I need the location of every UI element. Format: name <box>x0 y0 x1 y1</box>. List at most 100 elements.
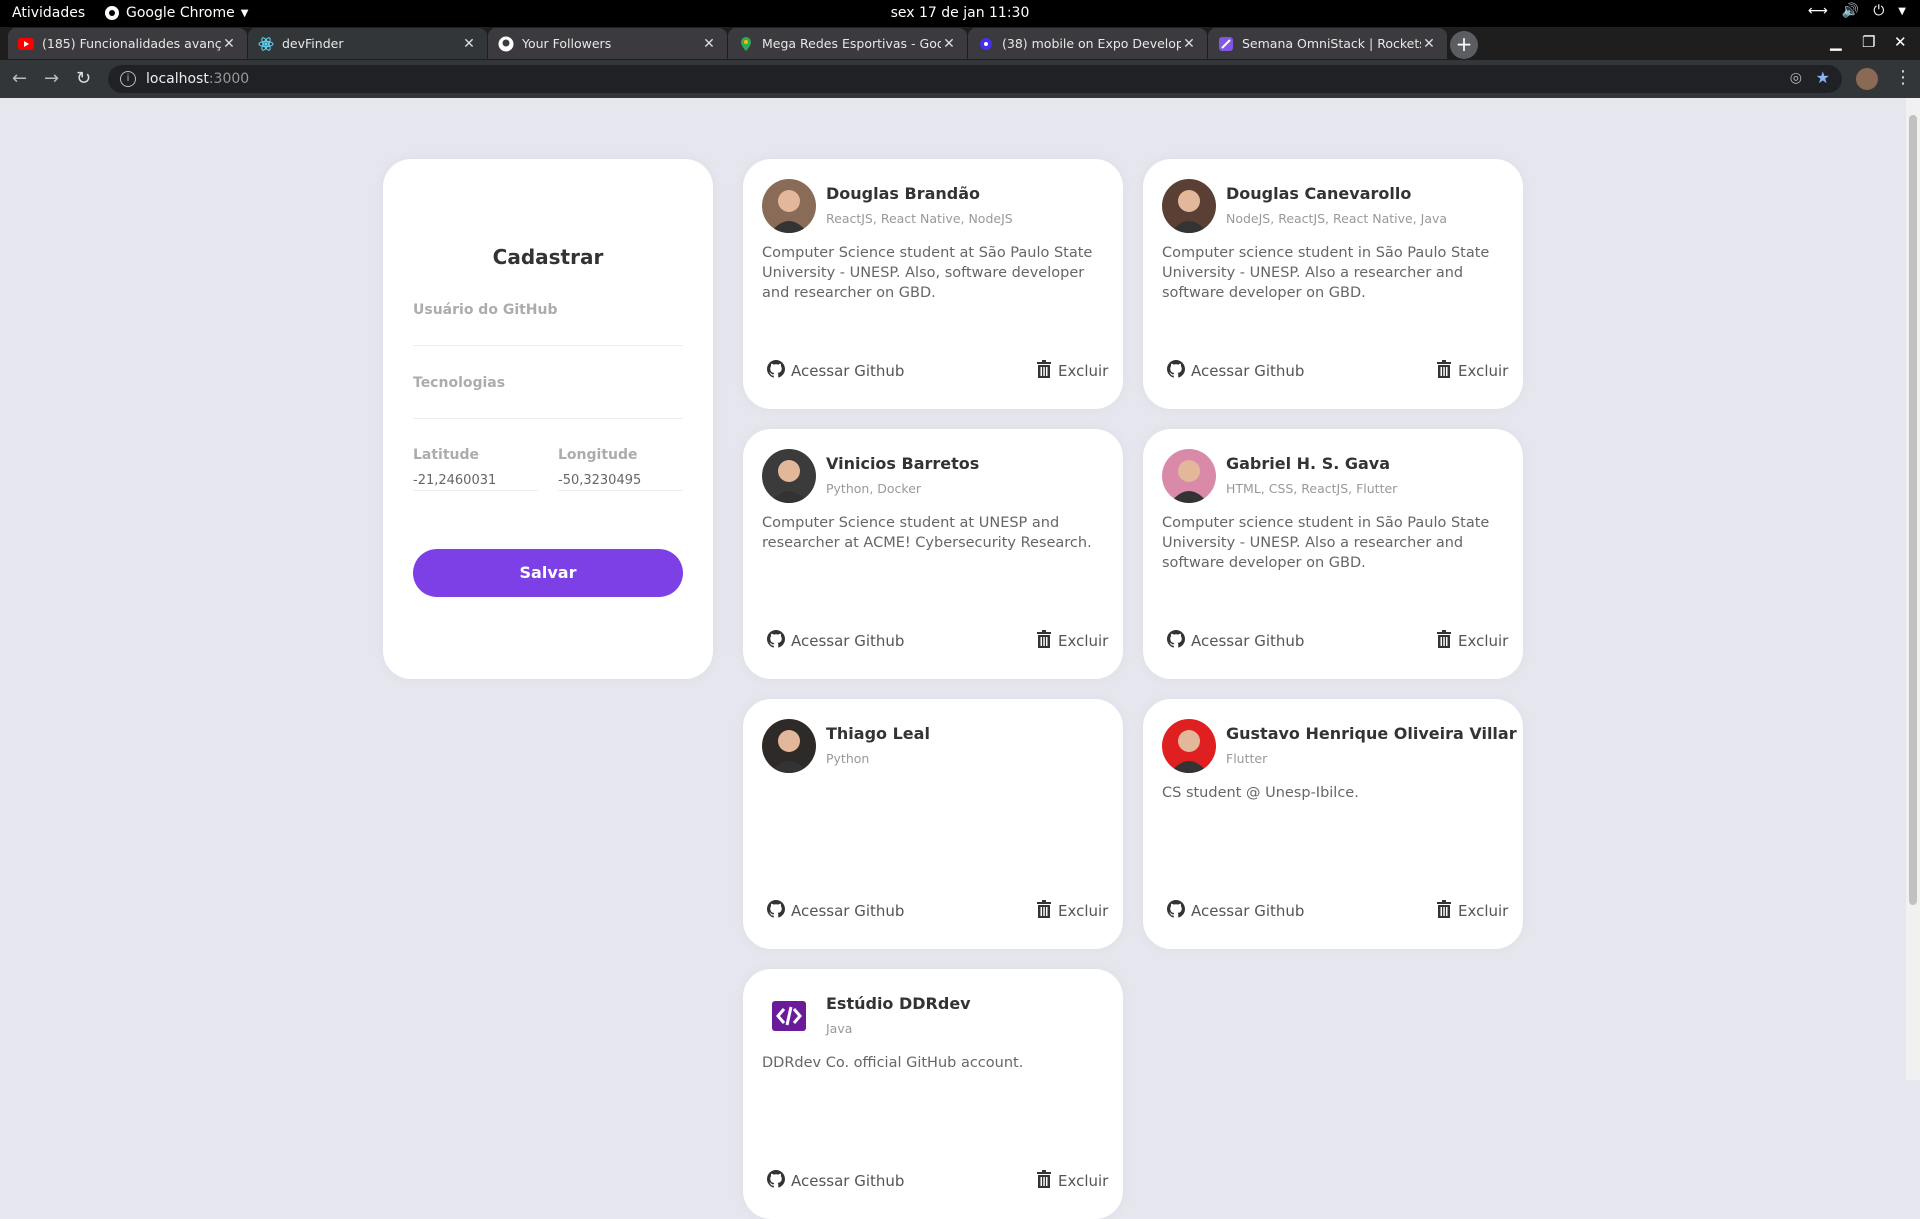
github-link[interactable]: Acessar Github <box>767 900 904 922</box>
delete-button[interactable]: Excluir <box>1436 900 1508 922</box>
dev-card: Gustavo Henrique Oliveira Villar Flutter… <box>1143 699 1523 949</box>
delete-button[interactable]: Excluir <box>1436 630 1508 652</box>
dev-name: Gabriel H. S. Gava <box>1226 454 1391 473</box>
org-logo <box>762 989 816 1043</box>
close-icon[interactable]: ✕ <box>1421 36 1437 52</box>
close-icon[interactable]: ✕ <box>461 36 477 52</box>
tab-rocketseat[interactable]: Semana OmniStack | Rocketseat ✕ <box>1208 28 1447 59</box>
reload-button[interactable]: ↻ <box>76 68 91 89</box>
github-username-field: Usuário do GitHub <box>413 302 683 346</box>
delete-button[interactable]: Excluir <box>1036 360 1108 382</box>
dev-card: Douglas Canevarollo NodeJS, ReactJS, Rea… <box>1143 159 1523 409</box>
github-link[interactable]: Acessar Github <box>1167 900 1304 922</box>
delete-button[interactable]: Excluir <box>1036 900 1108 922</box>
github-link-label: Acessar Github <box>1191 632 1305 650</box>
location-icon[interactable]: ◎ <box>1790 70 1802 86</box>
dev-techs: HTML, CSS, ReactJS, Flutter <box>1226 481 1398 496</box>
dev-card: Estúdio DDRdev Java DDRdev Co. official … <box>743 969 1123 1219</box>
techs-field: Tecnologias <box>413 375 683 419</box>
tab-title: (185) Funcionalidades avançadas <box>42 36 221 51</box>
clock[interactable]: sex 17 de jan 11:30 <box>891 5 1030 21</box>
minimize-button[interactable]: ▁ <box>1830 33 1842 51</box>
tab-maps[interactable]: Mega Redes Esportivas - Google ✕ <box>728 28 967 59</box>
dev-bio: Computer science student in São Paulo St… <box>1162 245 1490 301</box>
latitude-input[interactable]: -21,2460031 <box>413 463 538 491</box>
activities-button[interactable]: Atividades <box>12 5 85 21</box>
github-username-input[interactable] <box>413 318 683 346</box>
close-icon[interactable]: ✕ <box>941 36 957 52</box>
github-icon <box>1167 630 1185 652</box>
delete-label: Excluir <box>1058 902 1109 920</box>
techs-input[interactable] <box>413 391 683 419</box>
github-link-label: Acessar Github <box>1191 362 1305 380</box>
dev-name: Vinicios Barretos <box>826 454 980 473</box>
new-tab-button[interactable]: + <box>1450 31 1478 59</box>
tab-youtube[interactable]: (185) Funcionalidades avançadas ✕ <box>8 28 247 59</box>
trash-icon <box>1436 900 1452 922</box>
back-button[interactable]: ← <box>12 68 27 89</box>
close-icon[interactable]: ✕ <box>221 36 237 52</box>
system-tray[interactable]: ⟷ 🔊 ⏻ ▼ <box>1808 3 1906 19</box>
profile-avatar[interactable] <box>1856 68 1878 90</box>
tab-expo[interactable]: (38) mobile on Expo Developers ✕ <box>968 28 1207 59</box>
dev-techs: NodeJS, ReactJS, React Native, Java <box>1226 211 1448 226</box>
delete-button[interactable]: Excluir <box>1036 1170 1108 1192</box>
delete-label: Excluir <box>1458 902 1509 920</box>
tab-title: devFinder <box>282 36 344 51</box>
app-name: Google Chrome <box>126 5 235 21</box>
chrome-icon <box>105 6 119 20</box>
close-window-button[interactable]: ✕ <box>1894 33 1907 51</box>
menu-dots-icon[interactable]: ⋮ <box>1894 67 1912 88</box>
save-button[interactable]: Salvar <box>413 549 683 597</box>
latitude-label: Latitude <box>413 447 480 463</box>
github-link-label: Acessar Github <box>791 632 905 650</box>
delete-label: Excluir <box>1058 1172 1109 1190</box>
delete-label: Excluir <box>1458 362 1509 380</box>
close-icon[interactable]: ✕ <box>701 36 717 52</box>
chevron-down-icon: ▼ <box>1898 5 1906 17</box>
github-link[interactable]: Acessar Github <box>1167 630 1304 652</box>
github-link[interactable]: Acessar Github <box>767 360 904 382</box>
github-icon <box>767 900 785 922</box>
trash-icon <box>1036 1170 1052 1192</box>
github-link[interactable]: Acessar Github <box>1167 360 1304 382</box>
address-bar[interactable]: i localhost:3000 ◎ ★ <box>108 65 1842 93</box>
restore-button[interactable]: ❐ <box>1862 33 1875 51</box>
close-icon[interactable]: ✕ <box>1181 36 1197 52</box>
github-icon <box>767 360 785 382</box>
scrollbar-thumb[interactable] <box>1909 115 1917 905</box>
github-link[interactable]: Acessar Github <box>767 630 904 652</box>
github-link-label: Acessar Github <box>791 902 905 920</box>
github-link-label: Acessar Github <box>1191 902 1305 920</box>
dev-card: Vinicios Barretos Python, Docker Compute… <box>743 429 1123 679</box>
avatar <box>762 449 816 503</box>
chevron-down-icon: ▼ <box>240 7 249 19</box>
github-link[interactable]: Acessar Github <box>767 1170 904 1192</box>
techs-label: Tecnologias <box>413 375 506 391</box>
info-icon[interactable]: i <box>120 71 136 87</box>
delete-button[interactable]: Excluir <box>1036 630 1108 652</box>
dev-bio: DDRdev Co. official GitHub account. <box>762 1055 1024 1071</box>
avatar <box>1162 719 1216 773</box>
delete-button[interactable]: Excluir <box>1436 360 1508 382</box>
system-top-bar: Atividades Google Chrome ▼ sex 17 de jan… <box>0 0 1920 27</box>
dev-card: Thiago Leal Python Acessar Github Exclui… <box>743 699 1123 949</box>
github-icon <box>498 36 514 52</box>
dev-techs: ReactJS, React Nativе, NodeJS <box>826 211 1013 226</box>
delete-label: Excluir <box>1058 632 1109 650</box>
tab-devfinder[interactable]: devFinder ✕ <box>248 28 487 59</box>
trash-icon <box>1436 360 1452 382</box>
forward-button[interactable]: → <box>44 68 59 89</box>
github-icon <box>1167 360 1185 382</box>
tab-followers[interactable]: Your Followers ✕ <box>488 28 727 59</box>
app-menu[interactable]: Google Chrome ▼ <box>104 5 248 21</box>
avatar <box>762 179 816 233</box>
dev-name: Gustavo Henrique Oliveira Villar <box>1226 724 1517 743</box>
github-icon <box>1167 900 1185 922</box>
bookmark-star-icon[interactable]: ★ <box>1816 68 1830 87</box>
longitude-input[interactable]: -50,3230495 <box>558 463 683 491</box>
dev-name: Douglas Brandão <box>826 184 981 203</box>
tab-strip: (185) Funcionalidades avançadas ✕ devFin… <box>0 27 1920 60</box>
url-host: localhost <box>146 71 209 87</box>
trash-icon <box>1036 630 1052 652</box>
